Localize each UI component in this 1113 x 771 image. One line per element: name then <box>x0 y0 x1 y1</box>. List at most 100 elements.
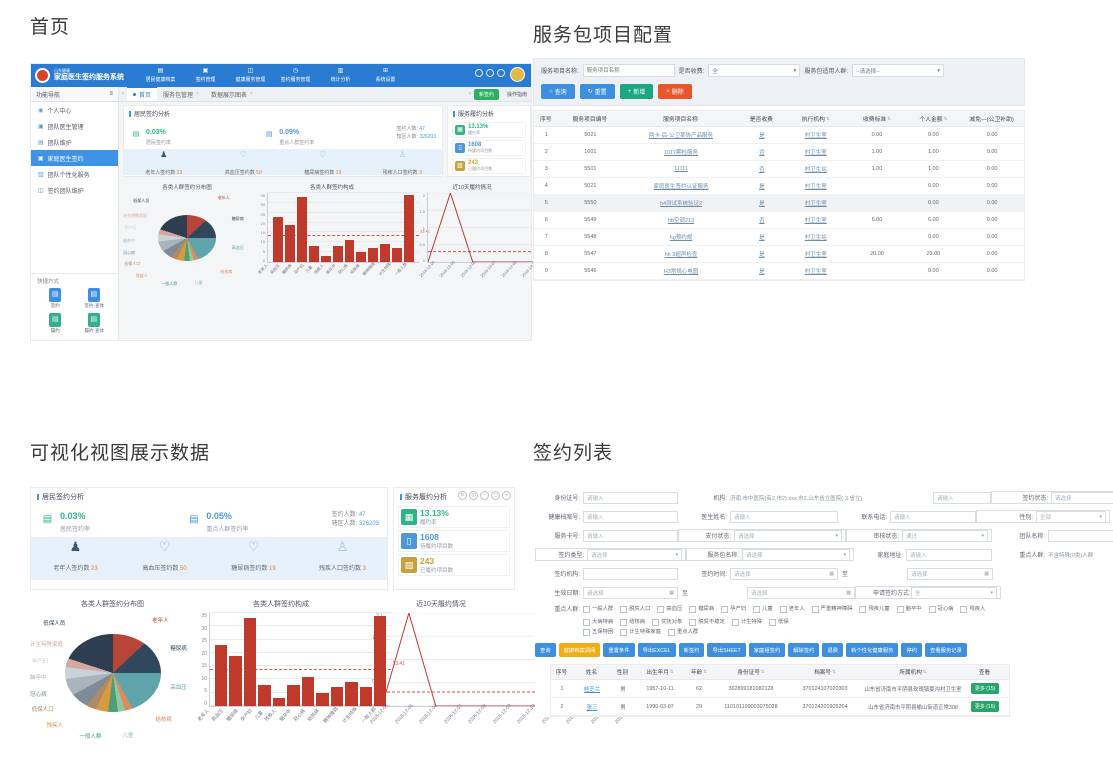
crowd-checkbox[interactable]: 孕产妇 <box>721 604 746 614</box>
resident-name-link[interactable]: 桂芝兰 <box>573 685 611 693</box>
form-field[interactable]: 重点人群: 不含特殊(0类)人群 <box>992 549 1113 561</box>
shortcut-item[interactable]: ▤ 履约 <box>37 313 74 334</box>
more-button[interactable]: 更多 (16) <box>971 701 999 712</box>
field-box[interactable]: 请输入 <box>583 492 678 504</box>
field-box[interactable]: 请输入 <box>730 511 838 523</box>
action-button[interactable]: × 删除 <box>658 84 692 99</box>
table-header-cell[interactable]: 姓名 <box>573 668 611 676</box>
crowd-checkbox[interactable]: 低保 <box>769 617 789 627</box>
crowd-checkbox[interactable]: 严重精神障碍 <box>812 604 853 614</box>
action-button[interactable]: ↻ 重置 <box>580 84 615 99</box>
field-box[interactable]: 请选择▦ <box>907 568 993 580</box>
crowd-checkbox[interactable]: 重点人群 <box>668 627 698 637</box>
form-field[interactable]: 机构: 济南.市中医院(有2.市2).xxx.市2.山东省立医院(-3.省立) <box>678 492 926 504</box>
form-field[interactable]: 家庭地址: 请输入 <box>854 549 992 561</box>
action-button[interactable]: + 新增 <box>620 84 654 99</box>
table-header-cell[interactable]: 年龄 ⇅ <box>685 668 713 676</box>
action-button[interactable]: 停约 <box>901 643 922 657</box>
sidebar-item[interactable]: ▤ 团队维护 <box>31 134 118 150</box>
group-stat-item[interactable]: ♟ 老年人签约数 23 <box>124 149 204 175</box>
guide-button[interactable]: 操作指南 <box>503 89 531 100</box>
action-button[interactable]: 退费 <box>822 643 843 657</box>
panel-control-icon[interactable]: × <box>502 491 511 500</box>
quick-sign-button[interactable]: 新签约 <box>474 89 499 100</box>
crowd-checkbox[interactable]: 冠心病 <box>929 604 954 614</box>
form-field[interactable]: 健康档案号: 请输入 <box>535 511 678 523</box>
group-stat-item[interactable]: ♙ 残疾人口签约数 3 <box>298 537 387 580</box>
table-row[interactable]: 1 桂芝兰 男 1957-10-11 62 362899181082128 37… <box>551 680 1009 698</box>
table-header-cell[interactable]: 档案号 ⇅ <box>789 668 861 676</box>
resident-name-link[interactable]: 张三 <box>573 703 611 711</box>
group-stat-item[interactable]: ♟ 老年人签约数 23 <box>31 537 120 580</box>
field-box[interactable] <box>583 568 678 580</box>
action-button[interactable]: 查询 <box>535 643 556 657</box>
crowd-checkbox[interactable]: 残疾儿童 <box>859 604 889 614</box>
form-field[interactable]: 签约类型: 请选择▾ <box>535 548 686 561</box>
crowd-checkbox[interactable]: 计生特殊 <box>732 617 762 627</box>
crowd-checkbox[interactable]: 高血压 <box>657 604 682 614</box>
table-header-cell[interactable]: 服务项目编号 <box>559 114 623 123</box>
field-box[interactable]: 请选择▾ <box>742 549 850 561</box>
crowd-checkbox[interactable]: 脱贫不稳定 <box>689 617 725 627</box>
shortcut-item[interactable]: ▤ 签约·查体 <box>76 288 113 309</box>
field-box[interactable]: 请输入 <box>583 530 678 542</box>
field-box[interactable]: 全▾ <box>911 587 997 599</box>
form-field[interactable]: 请输入 <box>926 492 991 504</box>
table-header-cell[interactable]: 个人金额 ⇅ <box>906 114 960 123</box>
form-field[interactable]: 签约状态: 请选择▾ <box>991 491 1113 504</box>
table-header-cell[interactable]: 身份证号 ⇅ <box>713 668 789 676</box>
field-box[interactable]: 全部▾ <box>1036 511 1106 523</box>
table-header-cell[interactable]: 所属机构 ⇅ <box>861 668 965 676</box>
crowd-checkbox[interactable]: 一般人群 <box>583 604 613 614</box>
table-header-cell[interactable]: 序号 <box>534 114 559 123</box>
form-field[interactable]: 服务包名称: 请选择▾ <box>686 548 854 561</box>
table-row[interactable]: 7 5548 hg预约规 是 村卫生站 0.00 <box>534 229 1024 246</box>
crowd-checkbox[interactable]: 计生特殊家庭 <box>620 627 661 637</box>
action-button[interactable]: 查看服务记录 <box>925 643 967 657</box>
field-box[interactable]: 请选择▾ <box>734 530 842 542</box>
crowd-select[interactable]: --请选择--▾ <box>852 64 944 77</box>
shortcut-item[interactable]: ▤ 履约·查体 <box>76 313 113 334</box>
form-field[interactable]: 请选择▦ <box>695 587 855 599</box>
field-box[interactable]: 请选择▦ <box>583 587 678 599</box>
action-button[interactable]: ○ 查询 <box>541 84 575 99</box>
form-field[interactable]: 医生姓名: 请输入 <box>678 511 838 523</box>
top-nav-item[interactable]: ▥ 统计分析 <box>318 68 363 83</box>
table-row[interactable]: 9 5546 H3常规心电图 是 村卫生室 0.00 <box>534 263 1024 280</box>
field-box[interactable]: 不含特殊(0类)人群 <box>1048 549 1113 561</box>
window-control-icon[interactable] <box>497 69 505 77</box>
project-name-input[interactable] <box>583 64 675 77</box>
more-button[interactable]: 更多 (15) <box>971 683 999 694</box>
panel-control-icon[interactable]: ↻ <box>458 491 467 500</box>
form-field[interactable]: 生效日期: 请选择▦ <box>535 587 678 599</box>
group-stat-item[interactable]: ♡ 糖尿病签约数 19 <box>209 537 298 580</box>
sidebar-item[interactable]: ◫ 签约团队维护 <box>31 182 118 198</box>
fee-select[interactable]: 全▾ <box>708 64 800 77</box>
form-field[interactable]: 申请签约方式: 全▾ <box>855 586 1001 599</box>
form-field[interactable]: 支付状态: 请选择▾ <box>678 529 846 542</box>
group-stat-item[interactable]: ♡ 高血压签约数 50 <box>120 537 209 580</box>
crowd-checkbox[interactable]: 结核病 <box>620 617 645 627</box>
crowd-checkbox[interactable]: 糖尿病 <box>689 604 714 614</box>
table-row[interactable]: 1 5021 两卡-后-公卫某协产品服务 是 村卫生室 0.00 0.00 <box>534 127 1024 144</box>
group-stat-item[interactable]: ♙ 残疾人口签约数 3 <box>363 149 443 175</box>
sidebar-item[interactable]: ▥ 团队个性化服务 <box>31 166 118 182</box>
window-control-icon[interactable] <box>475 69 483 77</box>
crowd-checkbox[interactable]: 残疾人 <box>960 604 985 614</box>
menu-icon[interactable]: ≡ <box>109 91 113 97</box>
sidebar-item[interactable]: ◉ 个人中心 <box>31 102 118 118</box>
action-button[interactable]: 健康档案调阅 <box>559 643 601 657</box>
table-row[interactable]: 2 张三 男 1990-03-07 29 110101199003075028 … <box>551 698 1009 716</box>
table-header-cell[interactable]: 是否收费 <box>740 114 784 123</box>
form-field[interactable]: 签约机构: <box>535 568 678 580</box>
form-field[interactable]: 联系电话: 请输入 <box>838 511 976 523</box>
top-nav-item[interactable]: ◷ 签约服务管理 <box>273 68 318 83</box>
table-header-cell[interactable]: 执行机构 ⇅ <box>784 114 848 123</box>
form-field[interactable]: 签约时间: 请选择▦ <box>678 568 838 580</box>
field-box[interactable]: 请输入 <box>890 511 976 523</box>
field-box[interactable] <box>1048 530 1113 542</box>
table-header-cell[interactable]: 减免—(公卫补助) <box>960 114 1024 123</box>
tab-scroll-right-icon[interactable]: › <box>466 87 474 101</box>
crowd-checkbox[interactable]: 优抚对象 <box>652 617 682 627</box>
top-nav-item[interactable]: ⊞ 系统设置 <box>363 68 408 83</box>
